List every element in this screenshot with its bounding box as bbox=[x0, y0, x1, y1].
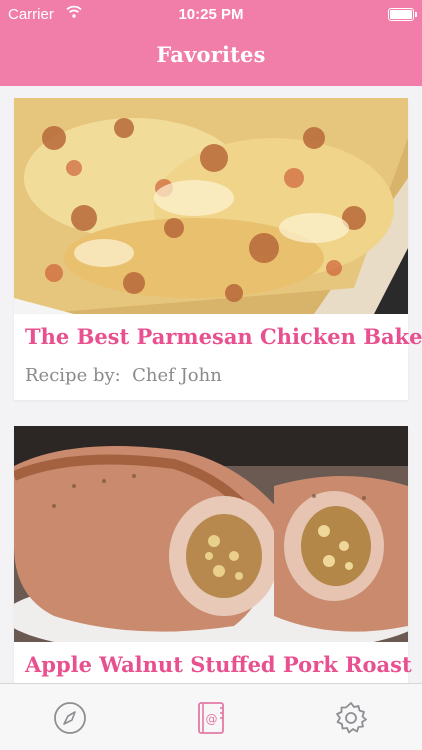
nav-bar: Carrier 10:25 PM Favorites bbox=[0, 0, 422, 86]
recipe-byline: Recipe by: Chef John bbox=[25, 365, 222, 386]
tab-favorites[interactable]: @ bbox=[190, 698, 230, 738]
recipe-author: Chef John bbox=[132, 365, 222, 386]
recipe-title[interactable]: Apple Walnut Stuffed Pork Roast bbox=[25, 652, 412, 677]
stuffed-pork-roast-photo bbox=[14, 426, 408, 642]
favorites-list[interactable]: The Best Parmesan Chicken Bake Recipe by… bbox=[0, 86, 422, 684]
tab-settings[interactable] bbox=[331, 698, 371, 738]
recipe-title[interactable]: The Best Parmesan Chicken Bake bbox=[25, 324, 422, 349]
byline-prefix: Recipe by: bbox=[25, 365, 121, 386]
tab-bar: @ bbox=[0, 683, 422, 750]
gear-icon bbox=[336, 702, 367, 734]
recipe-card[interactable]: Apple Walnut Stuffed Pork Roast bbox=[14, 426, 412, 684]
tab-explore[interactable] bbox=[50, 698, 90, 738]
recipe-book-icon: @ bbox=[198, 702, 224, 734]
status-time: 10:25 PM bbox=[178, 6, 244, 23]
battery-icon bbox=[388, 8, 417, 21]
page-title: Favorites bbox=[156, 42, 266, 67]
svg-text:@: @ bbox=[206, 712, 218, 726]
status-bar: Carrier 10:25 PM bbox=[0, 0, 422, 30]
compass-icon bbox=[54, 702, 86, 734]
parmesan-chicken-bake-photo bbox=[14, 98, 408, 314]
recipe-card[interactable]: The Best Parmesan Chicken Bake Recipe by… bbox=[14, 98, 422, 400]
